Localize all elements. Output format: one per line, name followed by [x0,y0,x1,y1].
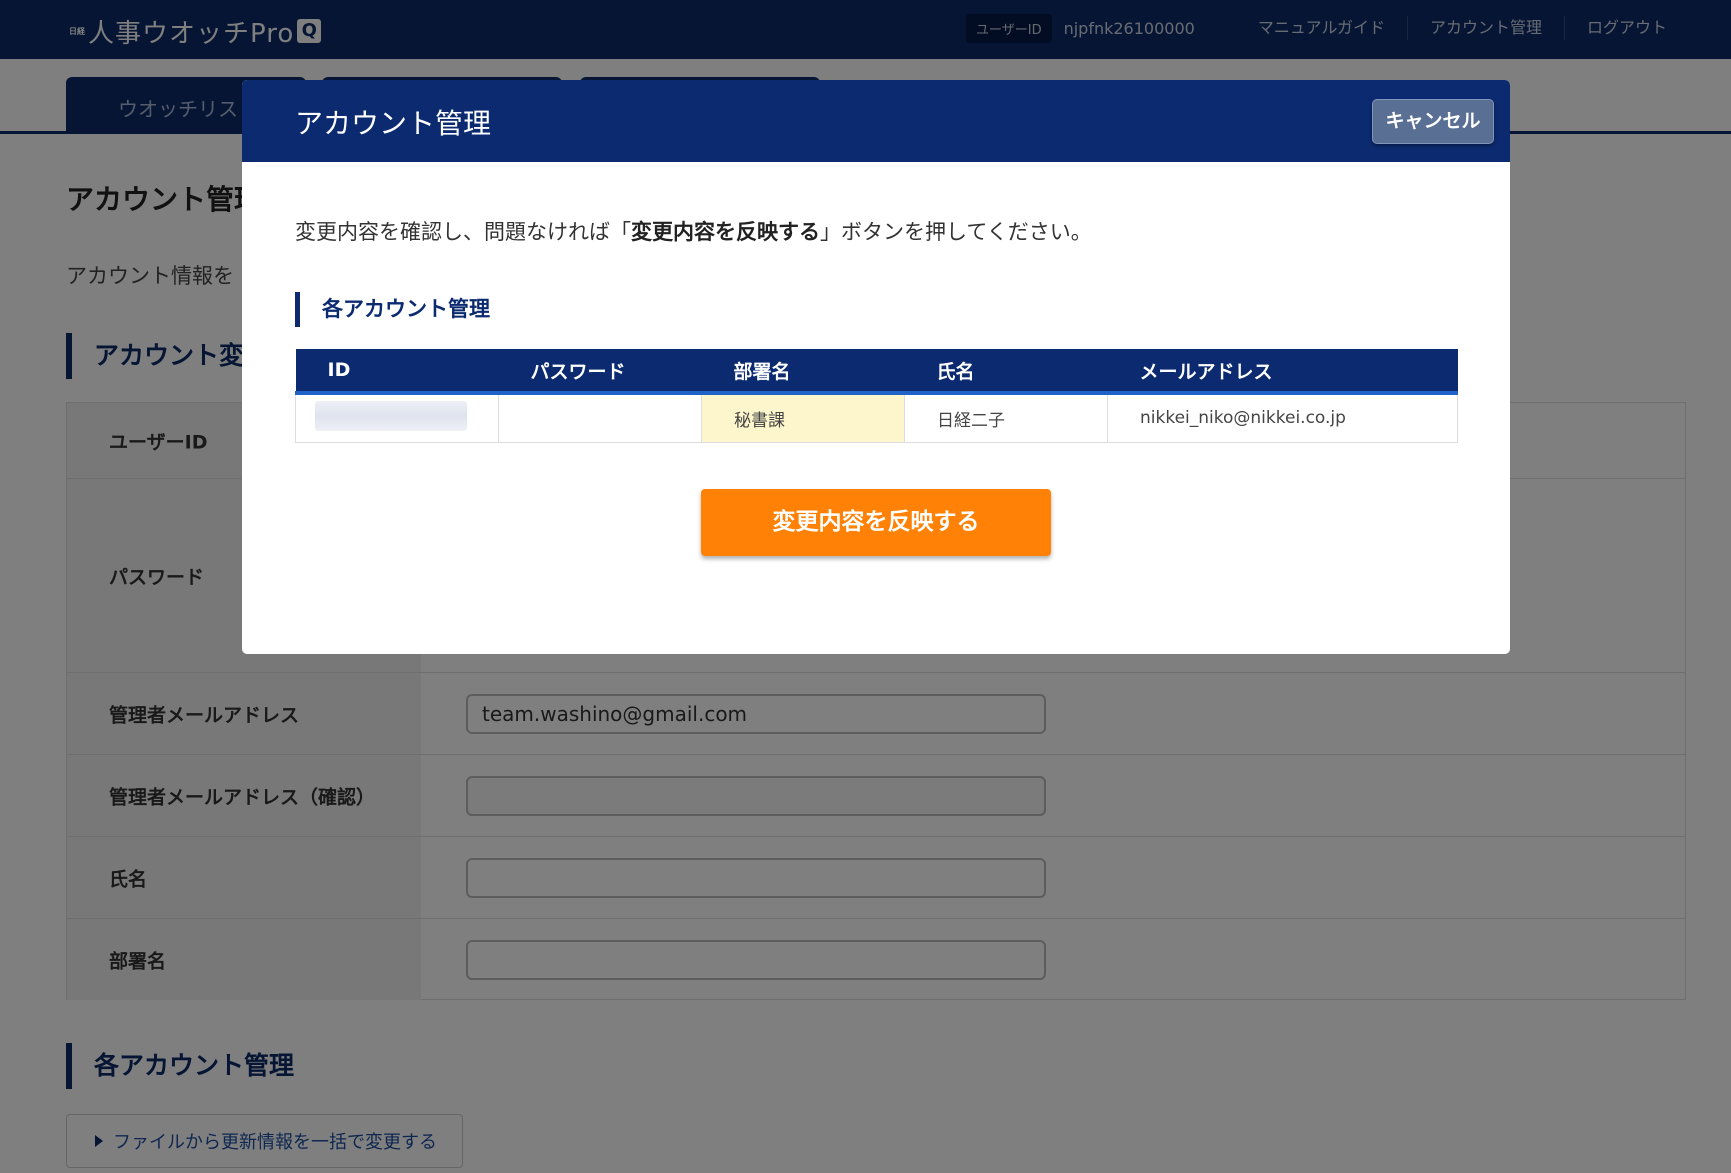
apply-changes-button[interactable]: 変更内容を反映する [701,489,1051,556]
column-header-email: メールアドレス [1107,349,1458,395]
account-table: ID パスワード 部署名 氏名 メールアドレス 秘書課 日経二子 nikkei_… [295,349,1458,443]
table-header-row: ID パスワード 部署名 氏名 メールアドレス [295,349,1458,395]
modal-message: 変更内容を確認し、問題なければ「変更内容を反映する」ボタンを押してください。 [295,216,1092,246]
message-text: 」ボタンを押してください。 [820,220,1092,244]
confirm-modal: アカウント管理 キャンセル 変更内容を確認し、問題なければ「変更内容を反映する」… [242,80,1510,654]
modal-header: アカウント管理 キャンセル [242,80,1510,162]
table-row: 秘書課 日経二子 nikkei_niko@nikkei.co.jp [295,392,1458,443]
modal-section-heading: 各アカウント管理 [295,292,490,327]
message-emphasis: 変更内容を反映する [631,220,820,244]
column-header-password: パスワード [498,349,702,395]
column-header-id: ID [295,349,499,395]
cell-password [498,392,702,443]
cell-email: nikkei_niko@nikkei.co.jp [1107,392,1458,443]
cell-department: 秘書課 [701,392,905,443]
redacted-id [315,400,467,431]
message-text: 変更内容を確認し、問題なければ「 [295,220,631,244]
column-header-department: 部署名 [701,349,905,395]
cell-name: 日経二子 [904,392,1108,443]
cancel-button[interactable]: キャンセル [1372,99,1494,144]
modal-title: アカウント管理 [295,107,492,140]
cell-id [295,392,499,443]
column-header-name: 氏名 [904,349,1108,395]
